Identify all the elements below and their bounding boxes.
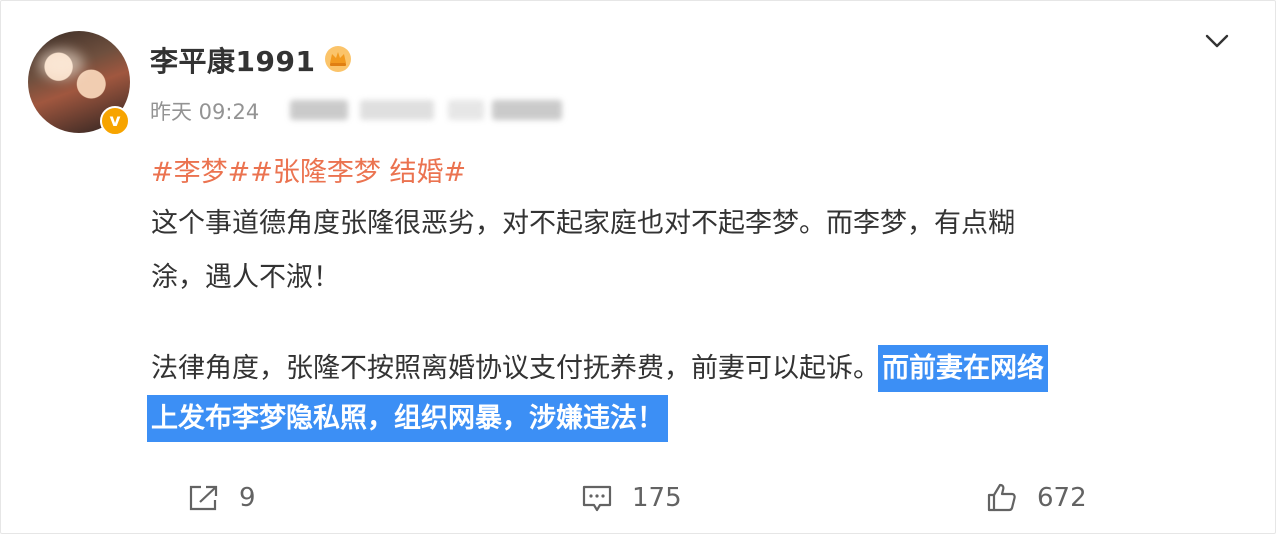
like-count: 672 (1037, 483, 1087, 513)
comment-count: 175 (632, 483, 682, 513)
post-text-line: 涂，遇人不淑！ (151, 262, 340, 293)
post-time[interactable]: 昨天 09:24 (150, 96, 259, 126)
like-button[interactable]: 672 (985, 480, 1087, 516)
post-text-line: 这个事道德角度张隆很恶劣，对不起家庭也对不起李梦。而李梦，有点糊 (151, 208, 1015, 239)
hashtag-links[interactable]: #李梦##张隆李梦 结婚# (151, 150, 466, 189)
comment-button[interactable]: 175 (580, 480, 682, 516)
share-icon (189, 485, 218, 511)
vip-crown-icon[interactable] (323, 44, 353, 74)
blurred-source-info (284, 96, 564, 124)
post-text-plain: 法律角度，张隆不按照离婚协议支付抚养费，前妻可以起诉。 (151, 353, 880, 384)
post-text-line: 上发布李梦隐私照，组织网暴，涉嫌违法！ (147, 395, 1221, 442)
thumbs-up-icon (987, 483, 1016, 512)
post-text-line: 法律角度，张隆不按照离婚协议支付抚养费，前妻可以起诉。而前妻在网络 (151, 345, 1221, 392)
highlighted-text: 上发布李梦隐私照，组织网暴，涉嫌违法！ (147, 395, 668, 442)
chevron-down-icon[interactable] (1201, 27, 1233, 55)
repost-button[interactable]: 9 (187, 480, 256, 516)
avatar-photo (38, 49, 84, 79)
verified-badge-icon: v (100, 106, 130, 136)
comment-icon (582, 485, 612, 512)
highlighted-text: 而前妻在网络 (878, 345, 1048, 392)
username[interactable]: 李平康1991 (150, 40, 315, 80)
repost-count: 9 (239, 483, 256, 513)
